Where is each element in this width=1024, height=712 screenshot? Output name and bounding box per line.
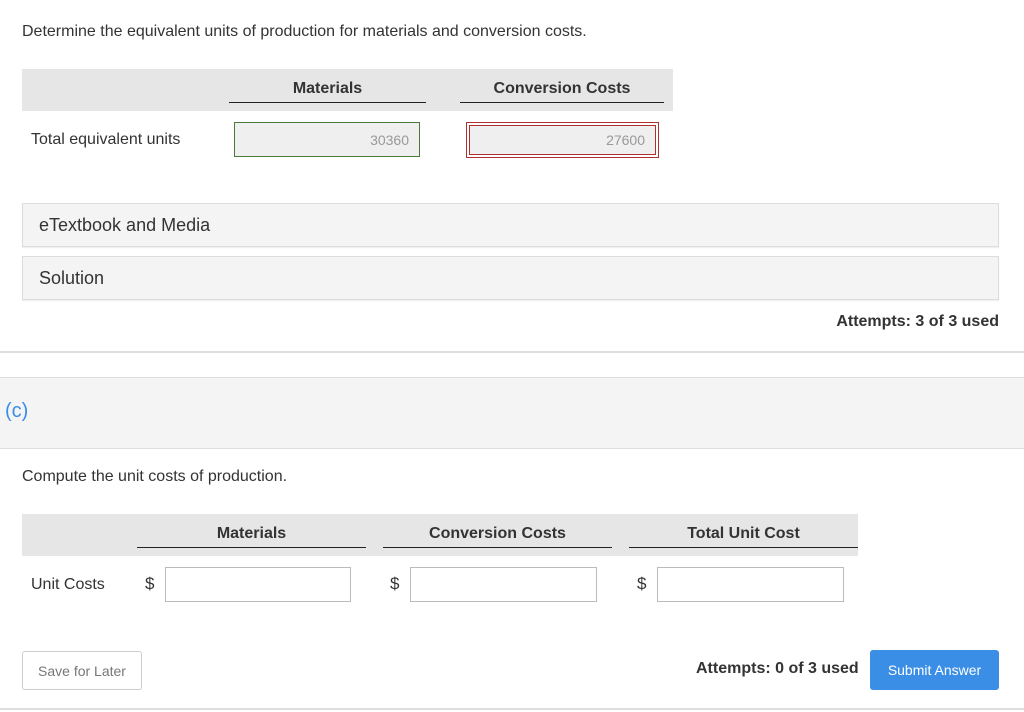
conversion-unit-cost-input[interactable] xyxy=(410,567,597,602)
part-c-col-materials: Materials xyxy=(137,525,366,548)
part-c-header-band xyxy=(0,377,1024,449)
etextbook-media-label: eTextbook and Media xyxy=(39,214,211,235)
part-c-col-conversion: Conversion Costs xyxy=(383,525,612,548)
unit-costs-label: Unit Costs xyxy=(31,576,105,593)
currency-symbol: $ xyxy=(390,574,400,593)
part-b-col-materials: Materials xyxy=(229,80,426,103)
part-b-attempts: Attempts: 3 of 3 used xyxy=(836,313,999,330)
materials-equivalent-units-input[interactable] xyxy=(234,122,420,157)
materials-unit-cost-input[interactable] xyxy=(165,567,351,602)
solution-label: Solution xyxy=(39,267,105,288)
etextbook-media-panel[interactable]: eTextbook and Media xyxy=(22,203,999,247)
currency-symbol: $ xyxy=(145,574,155,593)
currency-symbol: $ xyxy=(637,574,647,593)
total-equivalent-units-label: Total equivalent units xyxy=(31,131,181,148)
section-divider xyxy=(0,351,1024,353)
conversion-equivalent-units-input[interactable] xyxy=(466,122,659,158)
part-c-label: (c) xyxy=(5,400,29,422)
part-c-prompt: Compute the unit costs of production. xyxy=(22,468,288,485)
part-b-prompt: Determine the equivalent units of produc… xyxy=(22,23,587,40)
part-b-col-conversion: Conversion Costs xyxy=(460,80,664,103)
total-unit-cost-input[interactable] xyxy=(657,567,844,602)
part-c-col-total: Total Unit Cost xyxy=(629,525,858,548)
submit-answer-button[interactable]: Submit Answer xyxy=(870,650,999,690)
solution-panel[interactable]: Solution xyxy=(22,256,999,300)
bottom-divider xyxy=(0,708,1024,710)
save-for-later-button[interactable]: Save for Later xyxy=(22,651,142,690)
part-c-attempts: Attempts: 0 of 3 used xyxy=(696,660,859,677)
